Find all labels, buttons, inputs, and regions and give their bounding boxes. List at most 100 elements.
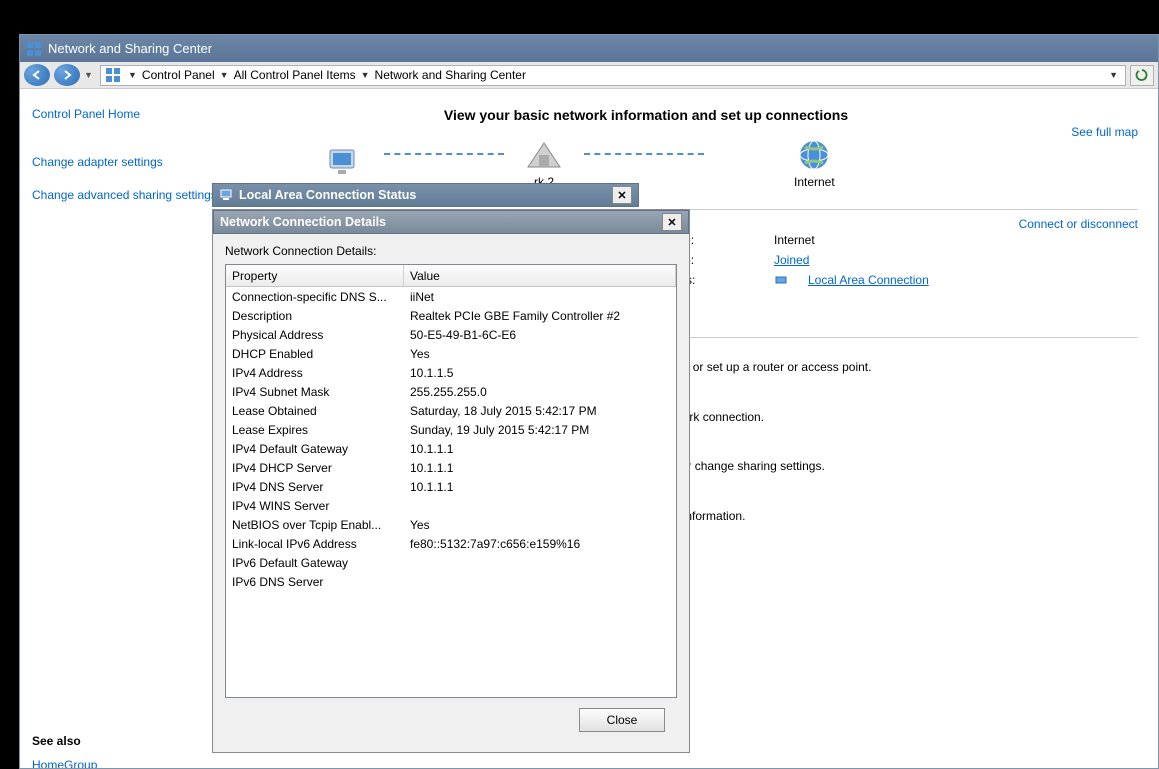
back-button[interactable] [24,64,50,86]
breadcrumb-item[interactable]: Network and Sharing Center [375,68,526,82]
table-row[interactable]: IPv4 DNS Server10.1.1.1 [226,477,676,496]
value-cell: Sunday, 19 July 2015 5:42:17 PM [404,423,676,437]
property-cell: IPv4 Subnet Mask [226,385,404,399]
homegroup-link[interactable]: HomeGroup [32,758,222,768]
titlebar[interactable]: Network and Sharing Center [20,35,1158,62]
internet-label: Internet [794,175,835,189]
value-cell: 50-E5-49-B1-6C-E6 [404,328,676,342]
value-cell: Saturday, 18 July 2015 5:42:17 PM [404,404,676,418]
dialog-titlebar[interactable]: Network Connection Details ✕ [213,210,689,234]
tasks-fragments: onnection; or set up a router or access … [634,357,1128,527]
property-cell: DHCP Enabled [226,347,404,361]
access-type-value: Internet [774,233,815,247]
property-cell: IPv6 Default Gateway [226,556,404,570]
chevron-down-icon[interactable]: ▼ [358,70,373,80]
connection-details-dialog: Network Connection Details ✕ Network Con… [212,209,690,753]
table-row[interactable]: IPv4 WINS Server [226,496,676,515]
value-cell: Realtek PCIe GBE Family Controller #2 [404,309,676,323]
connect-disconnect-link[interactable]: Connect or disconnect [1019,217,1138,231]
value-cell: 10.1.1.1 [404,442,676,456]
property-cell: Physical Address [226,328,404,342]
chevron-down-icon[interactable]: ▼ [1106,70,1121,80]
page-title: View your basic network information and … [164,107,1128,123]
table-row[interactable]: DescriptionRealtek PCIe GBE Family Contr… [226,306,676,325]
property-cell: Connection-specific DNS S... [226,290,404,304]
table-row[interactable]: IPv6 DNS Server [226,572,676,591]
value-cell: 10.1.1.5 [404,366,676,380]
property-cell: Description [226,309,404,323]
internet-globe-icon [794,137,834,173]
network-building-icon [524,137,564,173]
change-adapter-link[interactable]: Change adapter settings [32,155,222,171]
table-row[interactable]: IPv4 Address10.1.1.5 [226,363,676,382]
change-sharing-link[interactable]: Change advanced sharing settings [32,188,222,204]
chevron-down-icon[interactable]: ▼ [217,70,232,80]
navbar: ▼ ▼ Control Panel ▼ All Control Panel It… [20,62,1158,89]
value-cell: 10.1.1.1 [404,480,676,494]
table-header: Property Value [226,265,676,287]
value-cell: fe80::5132:7a97:c656:e159%16 [404,537,676,551]
property-cell: Lease Expires [226,423,404,437]
chevron-down-icon[interactable]: ▼ [125,70,140,80]
breadcrumb-item[interactable]: All Control Panel Items [234,68,356,82]
close-button[interactable]: Close [579,708,665,732]
history-dropdown[interactable]: ▼ [84,70,96,80]
col-value[interactable]: Value [404,265,676,286]
table-row[interactable]: IPv4 DHCP Server10.1.1.1 [226,458,676,477]
table-row[interactable]: IPv6 Default Gateway [226,553,676,572]
connection-status-dialog: Local Area Connection Status ✕ [212,183,639,207]
table-row[interactable]: Physical Address50-E5-49-B1-6C-E6 [226,325,676,344]
network-icon [105,67,121,83]
connection-line [584,153,704,155]
see-full-map-link[interactable]: See full map [1071,125,1138,139]
nic-icon [774,273,788,287]
connection-icon [219,187,233,204]
property-cell: IPv4 Address [226,366,404,380]
network-map: rk 2 Internet [324,137,1128,189]
table-row[interactable]: Lease ExpiresSunday, 19 July 2015 5:42:1… [226,420,676,439]
property-cell: IPv4 DNS Server [226,480,404,494]
value-cell: Yes [404,347,676,361]
table-row[interactable]: IPv4 Default Gateway10.1.1.1 [226,439,676,458]
connection-line [384,153,504,155]
network-info: ccess type: Internet omeGroup: Joined on… [634,233,1128,287]
breadcrumb-item[interactable]: Control Panel [142,68,215,82]
window-title: Network and Sharing Center [48,41,212,56]
value-cell: iiNet [404,290,676,304]
table-row[interactable]: Link-local IPv6 Addressfe80::5132:7a97:c… [226,534,676,553]
table-row[interactable]: DHCP EnabledYes [226,344,676,363]
property-cell: Link-local IPv6 Address [226,537,404,551]
computer-icon [324,144,364,180]
value-cell: 255.255.255.0 [404,385,676,399]
property-cell: Lease Obtained [226,404,404,418]
value-cell: 10.1.1.1 [404,461,676,475]
table-row[interactable]: Connection-specific DNS S...iiNet [226,287,676,306]
dialog-title-text: Local Area Connection Status [239,188,416,202]
table-row[interactable]: IPv4 Subnet Mask255.255.255.0 [226,382,676,401]
table-row[interactable]: NetBIOS over Tcpip Enabl...Yes [226,515,676,534]
property-cell: IPv4 WINS Server [226,499,404,513]
breadcrumb[interactable]: ▼ Control Panel ▼ All Control Panel Item… [100,65,1126,86]
close-icon[interactable]: ✕ [662,213,682,231]
col-property[interactable]: Property [226,265,404,286]
forward-button[interactable] [54,64,80,86]
property-cell: IPv6 DNS Server [226,575,404,589]
property-cell: NetBIOS over Tcpip Enabl... [226,518,404,532]
table-row[interactable]: Lease ObtainedSaturday, 18 July 2015 5:4… [226,401,676,420]
refresh-button[interactable] [1130,65,1154,86]
connection-link[interactable]: Local Area Connection [808,273,929,287]
see-also-header: See also [32,734,222,748]
sidebar: Control Panel Home Change adapter settin… [20,89,234,768]
homegroup-value-link[interactable]: Joined [774,253,809,267]
network-icon [26,41,42,57]
task-fragment: /PN network connection. [634,407,1128,429]
property-cell: IPv4 Default Gateway [226,442,404,456]
details-table: Property Value Connection-specific DNS S… [225,264,677,698]
dialog-titlebar[interactable]: Local Area Connection Status ✕ [212,183,639,207]
property-cell: IPv4 DHCP Server [226,461,404,475]
dialog-title-text: Network Connection Details [220,215,386,229]
task-fragment: onnection; or set up a router or access … [634,357,1128,379]
details-subtitle: Network Connection Details: [225,244,677,258]
task-fragment: shooting information. [634,506,1128,528]
close-icon[interactable]: ✕ [612,186,632,204]
